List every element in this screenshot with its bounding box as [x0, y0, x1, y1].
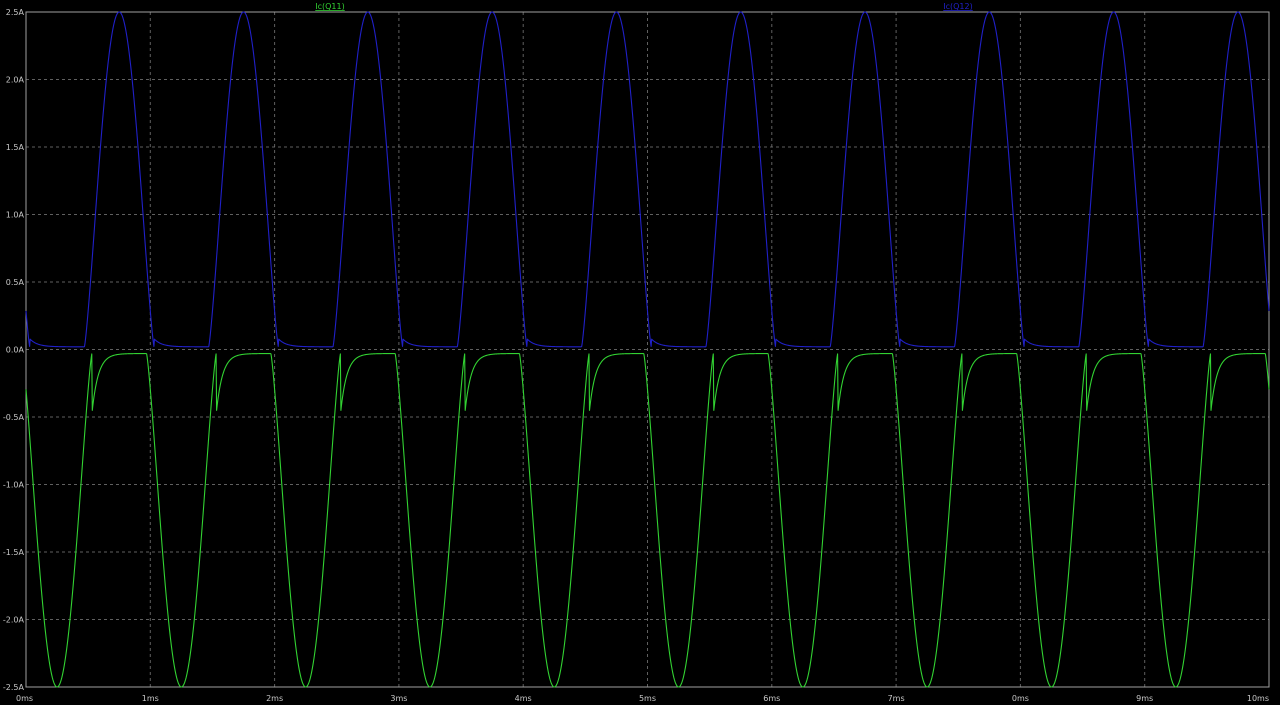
y-tick-label: 1.0A — [6, 211, 25, 220]
legend-ic-q12[interactable]: Ic(Q12) — [943, 2, 972, 11]
x-tick-label: 5ms — [639, 694, 656, 703]
y-tick-label: 2.0A — [6, 76, 25, 85]
x-tick-label: 7ms — [888, 694, 905, 703]
legend-ic-q11[interactable]: Ic(Q11) — [315, 2, 344, 11]
x-tick-label: 0ms — [16, 694, 33, 703]
x-tick-label: 3ms — [390, 694, 407, 703]
y-tick-label: -0.5A — [3, 413, 25, 422]
y-tick-label: 2.5A — [6, 8, 25, 17]
x-tick-label: 0ms — [1012, 694, 1029, 703]
y-tick-label: -1.0A — [3, 481, 25, 490]
waveform-plot: 2.5A 2.0A 1.5A 1.0A 0.5A 0.0A -0.5A -1.0A -1.5A -… — [0, 0, 1280, 705]
x-tick-label: 1ms — [142, 694, 159, 703]
plot-background — [0, 0, 1280, 705]
y-tick-label: 0.0A — [6, 346, 25, 355]
x-tick-label: 4ms — [515, 694, 532, 703]
y-tick-label: 1.5A — [6, 143, 25, 152]
y-tick-label: -2.0A — [3, 616, 25, 625]
y-tick-label: -2.5A — [3, 683, 25, 692]
x-tick-label: 6ms — [763, 694, 780, 703]
x-tick-label: 9ms — [1136, 694, 1153, 703]
y-tick-label: -1.5A — [3, 548, 25, 557]
y-tick-label: 0.5A — [6, 278, 25, 287]
x-tick-label: 10ms — [1247, 694, 1269, 703]
x-tick-label: 2ms — [266, 694, 283, 703]
